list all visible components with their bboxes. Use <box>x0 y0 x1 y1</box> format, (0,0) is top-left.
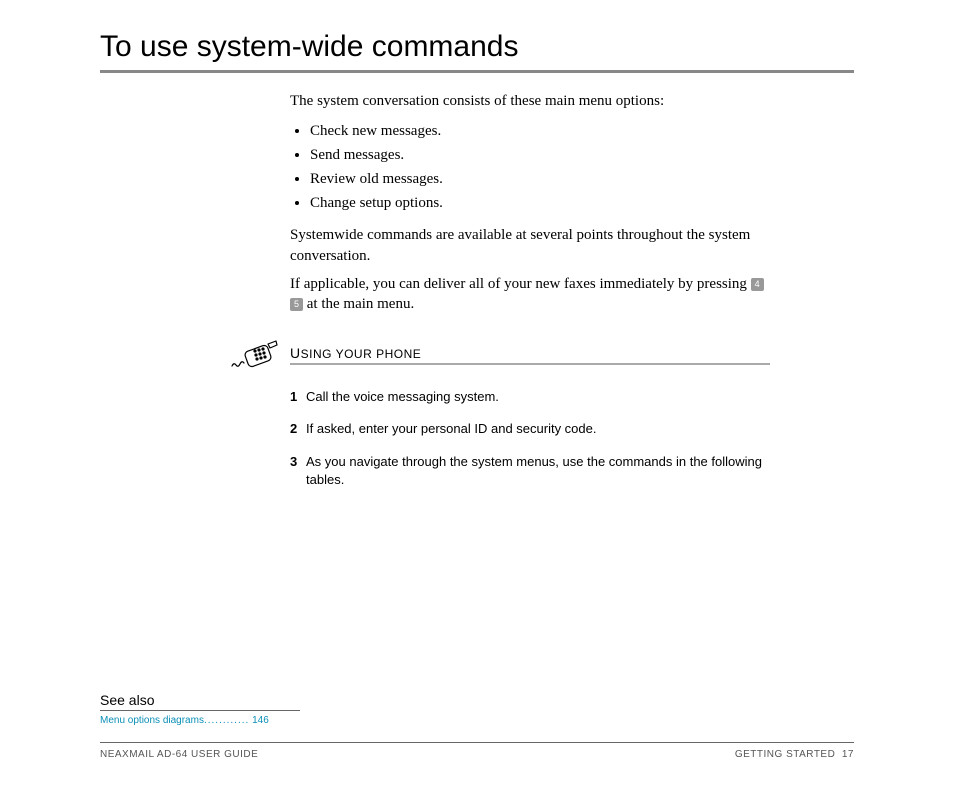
step-number: 3 <box>290 453 306 489</box>
bullet-item: Change setup options. <box>310 191 770 215</box>
page-title: To use system-wide commands <box>100 30 854 64</box>
phone-icon <box>230 338 280 372</box>
link-page: 146 <box>252 715 269 726</box>
step-text: If asked, enter your personal ID and sec… <box>306 420 597 438</box>
see-also-rule <box>100 710 300 711</box>
title-rule <box>100 70 854 73</box>
page-footer: NEAXMAIL AD-64 USER GUIDE GETTING STARTE… <box>100 742 854 760</box>
section-label-firstcap: U <box>290 345 301 361</box>
document-page: To use system-wide commands The system c… <box>0 0 954 786</box>
section-label-wrap: USING YOUR PHONE <box>290 345 770 365</box>
bullet-item: Check new messages. <box>310 119 770 143</box>
step-text: Call the voice messaging system. <box>306 388 499 406</box>
step-item: 3 As you navigate through the system men… <box>290 453 770 489</box>
keypad-key-icon: 5 <box>290 298 303 311</box>
section-label: USING YOUR PHONE <box>290 345 770 361</box>
intro-paragraph: The system conversation consists of thes… <box>290 91 770 111</box>
step-item: 2 If asked, enter your personal ID and s… <box>290 420 770 438</box>
keypad-key-icon: 4 <box>751 278 764 291</box>
section-rule <box>290 363 770 365</box>
paragraph: Systemwide commands are available at sev… <box>290 225 770 266</box>
bullet-item: Send messages. <box>310 143 770 167</box>
steps-list: 1 Call the voice messaging system. 2 If … <box>290 388 770 489</box>
bullet-item: Review old messages. <box>310 167 770 191</box>
see-also-block: See also Menu options diagrams..........… <box>100 692 300 726</box>
link-dots: ............ <box>204 715 249 726</box>
see-also-link[interactable]: Menu options diagrams............ 146 <box>100 715 300 726</box>
footer-right: GETTING STARTED 17 <box>735 749 854 760</box>
step-number: 1 <box>290 388 306 406</box>
step-item: 1 Call the voice messaging system. <box>290 388 770 406</box>
section-label-rest: SING YOUR PHONE <box>301 347 422 361</box>
footer-section: GETTING STARTED <box>735 749 835 760</box>
section-header: USING YOUR PHONE <box>230 338 770 372</box>
link-text: Menu options diagrams <box>100 715 204 726</box>
see-also-title: See also <box>100 692 300 708</box>
text-run: If applicable, you can deliver all of yo… <box>290 276 751 292</box>
step-text: As you navigate through the system menus… <box>306 453 770 489</box>
text-run: at the main menu. <box>303 296 414 312</box>
footer-page-number: 17 <box>842 749 854 760</box>
footer-left: NEAXMAIL AD-64 USER GUIDE <box>100 749 258 760</box>
body-column: The system conversation consists of thes… <box>290 91 770 314</box>
step-number: 2 <box>290 420 306 438</box>
paragraph: If applicable, you can deliver all of yo… <box>290 274 770 315</box>
bullet-list: Check new messages. Send messages. Revie… <box>290 119 770 215</box>
